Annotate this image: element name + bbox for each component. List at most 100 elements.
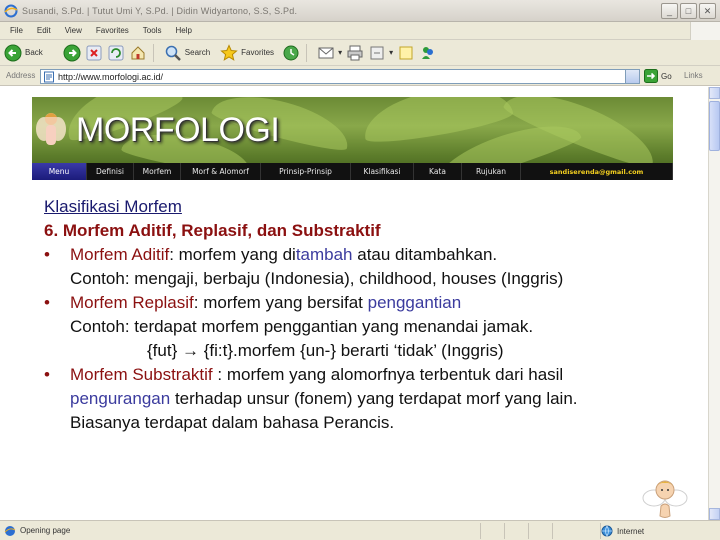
highlight-tambah: tambah bbox=[295, 245, 353, 264]
refresh-button[interactable] bbox=[107, 42, 125, 64]
messenger-icon bbox=[422, 46, 434, 59]
go-button[interactable]: Go bbox=[644, 69, 672, 83]
example-aditif: Contoh: mengaji, berbaju (Indonesia), ch… bbox=[70, 269, 564, 288]
windows-flag-icon bbox=[690, 22, 720, 40]
menu-favorites[interactable]: Favorites bbox=[96, 26, 129, 35]
nav-email[interactable]: sandiserenda@gmail.com bbox=[521, 163, 673, 180]
term-replasif: Morfem Replasif bbox=[70, 293, 194, 312]
scroll-down-icon[interactable] bbox=[709, 508, 720, 520]
scroll-thumb[interactable] bbox=[709, 101, 720, 151]
nav-klasifikasi[interactable]: Klasifikasi bbox=[351, 163, 414, 180]
angel-icon bbox=[36, 113, 66, 145]
status-cell bbox=[504, 523, 528, 539]
print-icon bbox=[347, 45, 363, 60]
def-aditif: : morfem yang di bbox=[169, 245, 296, 264]
menu-view[interactable]: View bbox=[65, 26, 82, 35]
page-content: MORFOLOGI Menu Definisi Morfem Morf & Al… bbox=[0, 87, 708, 520]
bullet-marker: • bbox=[44, 245, 50, 264]
history-icon bbox=[283, 45, 299, 60]
bullet-substraktif: • Morfem Substraktif : morfem yang alomo… bbox=[44, 363, 694, 387]
minimize-icon: _ bbox=[666, 6, 672, 16]
bullet-aditif: • Morfem Aditif: morfem yang ditambah at… bbox=[44, 243, 694, 267]
go-arrow-icon bbox=[644, 69, 658, 83]
edit-dropdown-icon: ▾ bbox=[389, 48, 394, 57]
nav-rujukan[interactable]: Rujukan bbox=[462, 163, 521, 180]
status-cell bbox=[528, 523, 552, 539]
slide-heading[interactable]: Klasifikasi Morfem bbox=[44, 195, 694, 219]
discuss-button[interactable] bbox=[397, 42, 415, 64]
def-substraktif: : morfem yang alomorfnya terbentuk dari … bbox=[212, 365, 564, 384]
def-replasif: : morfem yang bersifat bbox=[193, 293, 368, 312]
home-icon bbox=[131, 45, 145, 59]
status-text: Opening page bbox=[20, 526, 71, 535]
example-substraktif: Biasanya terdapat dalam bahasa Perancis. bbox=[70, 413, 395, 432]
menu-edit[interactable]: Edit bbox=[37, 26, 51, 35]
nav-morf-alomorf[interactable]: Morf & Alomorf bbox=[181, 163, 261, 180]
messenger-button[interactable] bbox=[419, 42, 437, 64]
example-replasif: Contoh: terdapat morfem penggantian yang… bbox=[70, 317, 534, 336]
site-title: MORFOLOGI bbox=[76, 111, 280, 149]
def-substraktif-cont-text: terhadap unsur (fonem) yang terdapat mor… bbox=[170, 389, 578, 408]
highlight-penggantian: penggantian bbox=[367, 293, 462, 312]
edit-button[interactable]: ▾ bbox=[368, 42, 393, 64]
edit-page-icon bbox=[370, 46, 384, 59]
cupid-icon bbox=[642, 480, 688, 518]
status-cell bbox=[552, 523, 600, 539]
stop-button[interactable] bbox=[85, 42, 103, 64]
status-bar: Opening page Internet bbox=[0, 520, 720, 540]
minimize-button[interactable]: _ bbox=[661, 3, 678, 19]
nav-prinsip[interactable]: Prinsip-Prinsip bbox=[261, 163, 351, 180]
page-loading-icon bbox=[4, 525, 16, 536]
search-button[interactable]: Search bbox=[164, 42, 210, 64]
forward-button[interactable] bbox=[63, 42, 81, 64]
bullet-marker: • bbox=[44, 365, 50, 384]
mail-dropdown-icon: ▾ bbox=[338, 48, 343, 57]
search-label: Search bbox=[184, 48, 211, 57]
back-arrow-icon bbox=[4, 44, 22, 61]
vertical-scrollbar[interactable] bbox=[708, 87, 720, 520]
favorites-button[interactable]: Favorites bbox=[220, 42, 274, 64]
toolbar-separator bbox=[306, 43, 308, 62]
site-nav: Menu Definisi Morfem Morf & Alomorf Prin… bbox=[32, 163, 673, 180]
internet-zone-icon bbox=[601, 525, 613, 537]
print-button[interactable] bbox=[346, 42, 364, 64]
mail-icon bbox=[318, 47, 334, 58]
menu-bar: File Edit View Favorites Tools Help bbox=[0, 22, 720, 40]
nav-morfem[interactable]: Morfem bbox=[134, 163, 181, 180]
refresh-icon bbox=[108, 45, 124, 60]
nav-definisi[interactable]: Definisi bbox=[87, 163, 134, 180]
status-cell bbox=[480, 523, 504, 539]
address-label: Address bbox=[6, 71, 36, 80]
address-input[interactable]: http://www.morfologi.ac.id/ bbox=[40, 69, 640, 84]
scroll-up-icon[interactable] bbox=[709, 87, 720, 99]
term-aditif: Morfem Aditif bbox=[70, 245, 170, 264]
address-bar: Address http://www.morfologi.ac.id/ Go L… bbox=[0, 66, 720, 86]
page-icon bbox=[44, 71, 54, 82]
go-label: Go bbox=[661, 71, 672, 81]
nav-menu[interactable]: Menu bbox=[32, 163, 87, 180]
security-zone: Internet bbox=[600, 523, 704, 539]
maximize-button[interactable]: □ bbox=[680, 3, 697, 19]
slide-body: Klasifikasi Morfem 6. Morfem Aditif, Rep… bbox=[44, 195, 694, 435]
note-icon bbox=[399, 46, 413, 59]
back-button[interactable]: Back bbox=[4, 42, 43, 64]
menu-tools[interactable]: Tools bbox=[143, 26, 162, 35]
formula-replasif: {fut} → {fi:t}.morfem {un-} berarti ‘tid… bbox=[147, 341, 504, 360]
links-label[interactable]: Links bbox=[684, 71, 703, 80]
home-button[interactable] bbox=[129, 42, 147, 64]
menu-help[interactable]: Help bbox=[175, 26, 191, 35]
maximize-icon: □ bbox=[685, 6, 692, 16]
close-button[interactable]: ✕ bbox=[699, 3, 716, 19]
history-button[interactable] bbox=[282, 42, 300, 64]
stop-icon bbox=[86, 45, 102, 60]
toolbar: Back Search Favorites ▾ ▾ bbox=[0, 40, 720, 66]
browser-logo-icon bbox=[4, 4, 18, 17]
back-label: Back bbox=[25, 48, 43, 57]
zone-label: Internet bbox=[617, 526, 645, 536]
term-substraktif: Morfem Substraktif bbox=[70, 365, 213, 384]
address-dropdown-icon[interactable] bbox=[625, 70, 639, 83]
nav-kata[interactable]: Kata bbox=[414, 163, 462, 180]
title-bar: Susandi, S.Pd. | Tutut Umi Y, S.Pd. | Di… bbox=[0, 0, 720, 22]
mail-button[interactable]: ▾ bbox=[317, 42, 342, 64]
menu-file[interactable]: File bbox=[10, 26, 23, 35]
